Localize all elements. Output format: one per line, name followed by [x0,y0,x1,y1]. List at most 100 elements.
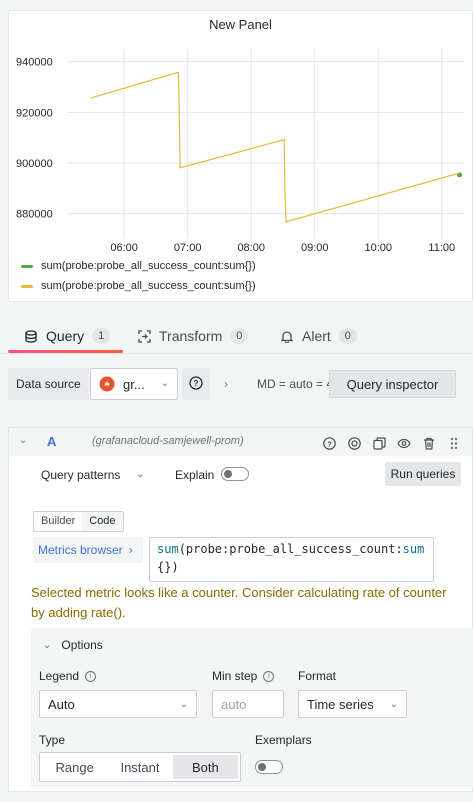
x-tick-label: 10:00 [364,242,392,254]
query-header: ⌄ A (grafanacloud-samjewell-prom) ? [9,428,472,456]
eye-icon[interactable] [396,435,412,451]
chart-legend: sum(probe:probe_all_success_count:sum{})… [21,256,256,296]
metrics-browser-label: Metrics browser [38,543,123,557]
chevron-down-icon: ⌄ [389,699,398,710]
code-token-fn: sum [157,542,179,556]
prometheus-icon [99,376,115,392]
code-token-args: (probe:probe_all_success_count: [178,542,403,556]
format-select[interactable]: Time series ⌄ [298,690,407,718]
legend-select-value: Auto [48,696,75,712]
explain-label: Explain [175,468,215,482]
question-circle-icon: ? [189,375,203,393]
trash-icon[interactable] [421,435,437,451]
x-tick-label: 09:00 [301,242,329,254]
code-token-fn2: sum [402,542,425,556]
tab-transform-label: Transform [159,328,223,344]
query-type-radio-group: Range Instant Both [39,752,241,782]
x-tick-label: 06:00 [110,242,138,254]
database-icon [24,329,38,343]
minstep-field-text: Min step [212,669,258,683]
query-datasource-name: (grafanacloud-samjewell-prom) [92,435,244,447]
tab-query-count: 1 [92,328,111,344]
datasource-label: Data source [8,368,89,400]
legend-item-green[interactable]: sum(probe:probe_all_success_count:sum{}) [21,256,256,276]
x-tick-label: 07:00 [174,242,202,254]
info-icon[interactable]: i [263,670,275,682]
bell-icon [280,329,294,343]
explain-toggle[interactable] [221,467,249,481]
chevron-right-icon: › [128,543,133,557]
legend-field-label: Legend i [39,669,97,683]
legend-item-yellow[interactable]: sum(probe:probe_all_success_count:sum{}) [21,276,256,296]
mode-code-button[interactable]: Code [82,512,123,531]
datasource-help-button[interactable]: ? [182,368,210,400]
time-series-chart[interactable]: 940000 920000 900000 880000 06:00 07:00 08:00 0… [9,11,473,256]
tab-alert-count: 0 [338,328,357,344]
svg-text:?: ? [327,439,332,448]
format-select-value: Time series [307,696,374,712]
minstep-input[interactable]: auto [212,690,284,718]
type-field-label: Type [39,733,66,747]
code-line-2: {}) [157,560,179,574]
chevron-down-icon: ⌄ [179,699,188,710]
legend-label: sum(probe:probe_all_success_count:sum{}) [41,260,256,272]
tab-query-label: Query [46,328,85,344]
info-icon[interactable]: i [85,670,97,682]
options-header-label: Options [61,638,103,652]
run-queries-button[interactable]: Run queries [385,462,461,486]
query-ref-id[interactable]: A [47,434,56,449]
y-tick-label: 920000 [16,107,53,119]
tab-transform[interactable]: Transform 0 [137,318,249,354]
query-inspector-button[interactable]: Query inspector [329,370,456,398]
options-section: ⌄ Options Legend i Auto ⌄ Min step i aut… [31,628,473,788]
editor-mode-toggle: Builder Code [33,511,124,532]
mode-builder-button[interactable]: Builder [34,512,82,531]
chevron-right-icon[interactable]: › [224,368,228,400]
y-tick-label: 900000 [16,158,53,170]
query-editor: ⌄ A (grafanacloud-samjewell-prom) ? Quer… [8,427,473,792]
legend-swatch-green [21,264,33,268]
datasource-name: gr... [123,376,145,392]
format-field-label: Format [298,669,337,683]
tab-query[interactable]: Query 1 [24,318,111,354]
tab-alert-label: Alert [302,328,331,344]
graph-panel: New Panel 940000 920000 900000 880000 06:00 0… [8,10,473,302]
query-history-icon[interactable] [346,435,362,451]
duplicate-icon[interactable] [371,435,387,451]
legend-label: sum(probe:probe_all_success_count:sum{}) [41,280,256,292]
transform-icon [137,329,151,343]
type-range-option[interactable]: Range [42,755,107,779]
promql-query-input[interactable]: sum(probe:probe_all_success_count:sum {}… [149,537,434,582]
datasource-picker[interactable]: gr... ⌄ [90,368,178,400]
legend-select[interactable]: Auto ⌄ [39,690,197,718]
editor-tabs: Query 1 Transform 0 Alert 0 [0,318,473,354]
options-header[interactable]: ⌄ Options [43,638,103,652]
counter-warning: Selected metric looks like a counter. Co… [31,585,447,620]
legend-swatch-yellow [21,284,33,288]
chevron-down-icon: ⌄ [160,378,169,389]
series-line [90,71,460,223]
svg-text:?: ? [194,379,199,388]
tab-transform-count: 0 [230,328,249,344]
exemplars-field-label: Exemplars [255,733,312,747]
x-tick-label: 11:00 [428,242,455,254]
type-instant-option[interactable]: Instant [107,755,172,779]
drag-handle-icon[interactable] [446,435,462,451]
help-icon[interactable]: ? [321,435,337,451]
exemplars-toggle[interactable] [255,760,283,774]
y-tick-label: 880000 [16,209,53,221]
legend-field-text: Legend [39,669,80,683]
chevron-down-icon: ⌄ [43,639,52,651]
tab-alert[interactable]: Alert 0 [280,318,357,354]
active-tab-indicator [8,350,123,353]
metrics-browser-button[interactable]: Metrics browser › [33,537,143,563]
chevron-down-icon[interactable]: ⌄ [136,469,144,480]
query-patterns-dropdown[interactable]: Query patterns [41,468,120,482]
type-both-option[interactable]: Both [172,755,238,779]
datasource-row: Data source gr... ⌄ ? › MD = auto = 491 … [8,368,473,400]
collapse-chevron-icon[interactable]: ⌄ [19,435,27,446]
minstep-field-label: Min step i [212,669,275,683]
y-tick-label: 940000 [16,57,53,69]
query-actions: ? [321,435,462,451]
x-tick-label: 08:00 [237,242,265,254]
